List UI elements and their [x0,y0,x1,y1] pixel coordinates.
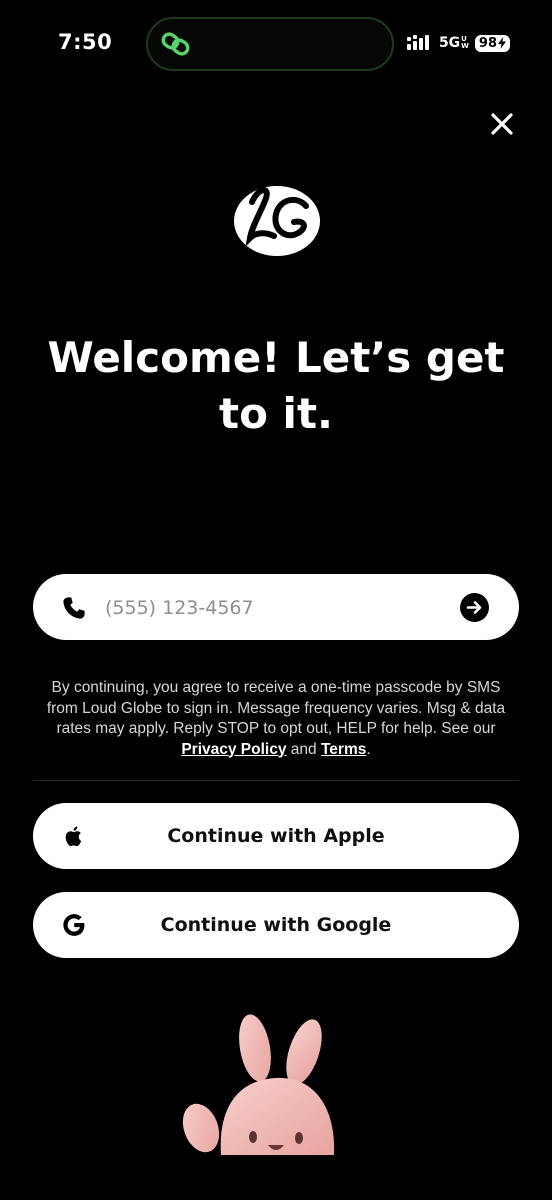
apple-button-label: Continue with Apple [167,825,385,847]
phone-input[interactable] [103,574,447,642]
loud-globe-logo [234,186,320,256]
network-label: 5G [438,35,461,51]
continue-with-google-button[interactable]: Continue with Google [33,892,519,958]
battery-indicator: 98 [474,34,510,52]
consent-body: By continuing, you agree to receive a on… [46,679,506,737]
privacy-policy-link[interactable]: Privacy Policy [181,741,286,758]
network-badge-bottom: W [461,42,469,50]
battery-level: 98 [478,35,497,51]
submit-phone-button[interactable] [460,593,489,622]
signal-bars-icon [406,35,429,50]
phone-icon [63,597,85,619]
page-title: Welcome! Let’s get to it. [47,333,505,438]
network-badge: U W [461,36,469,50]
close-icon[interactable] [488,110,516,138]
arrow-right-icon [466,601,482,614]
link-chain-icon [161,32,190,56]
status-indicators: 5G U W 98 [406,34,510,52]
divider [33,780,519,781]
sign-in-screen: 7:50 5G U W 98 Welcome! Let’s get to it.… [0,0,552,1200]
continue-with-apple-button[interactable]: Continue with Apple [33,803,519,869]
sms-consent-text: By continuing, you agree to receive a on… [40,678,512,760]
consent-and: and [290,740,317,758]
charging-bolt-icon [498,37,506,49]
terms-link[interactable]: Terms [321,741,366,758]
bunny-mascot-illustration [182,1014,335,1155]
dynamic-island[interactable] [146,17,394,71]
google-button-label: Continue with Google [160,914,392,936]
network-type: 5G U W [439,35,469,51]
phone-field[interactable] [33,574,519,642]
consent-end: . [366,740,371,758]
status-time: 7:50 [58,30,113,54]
